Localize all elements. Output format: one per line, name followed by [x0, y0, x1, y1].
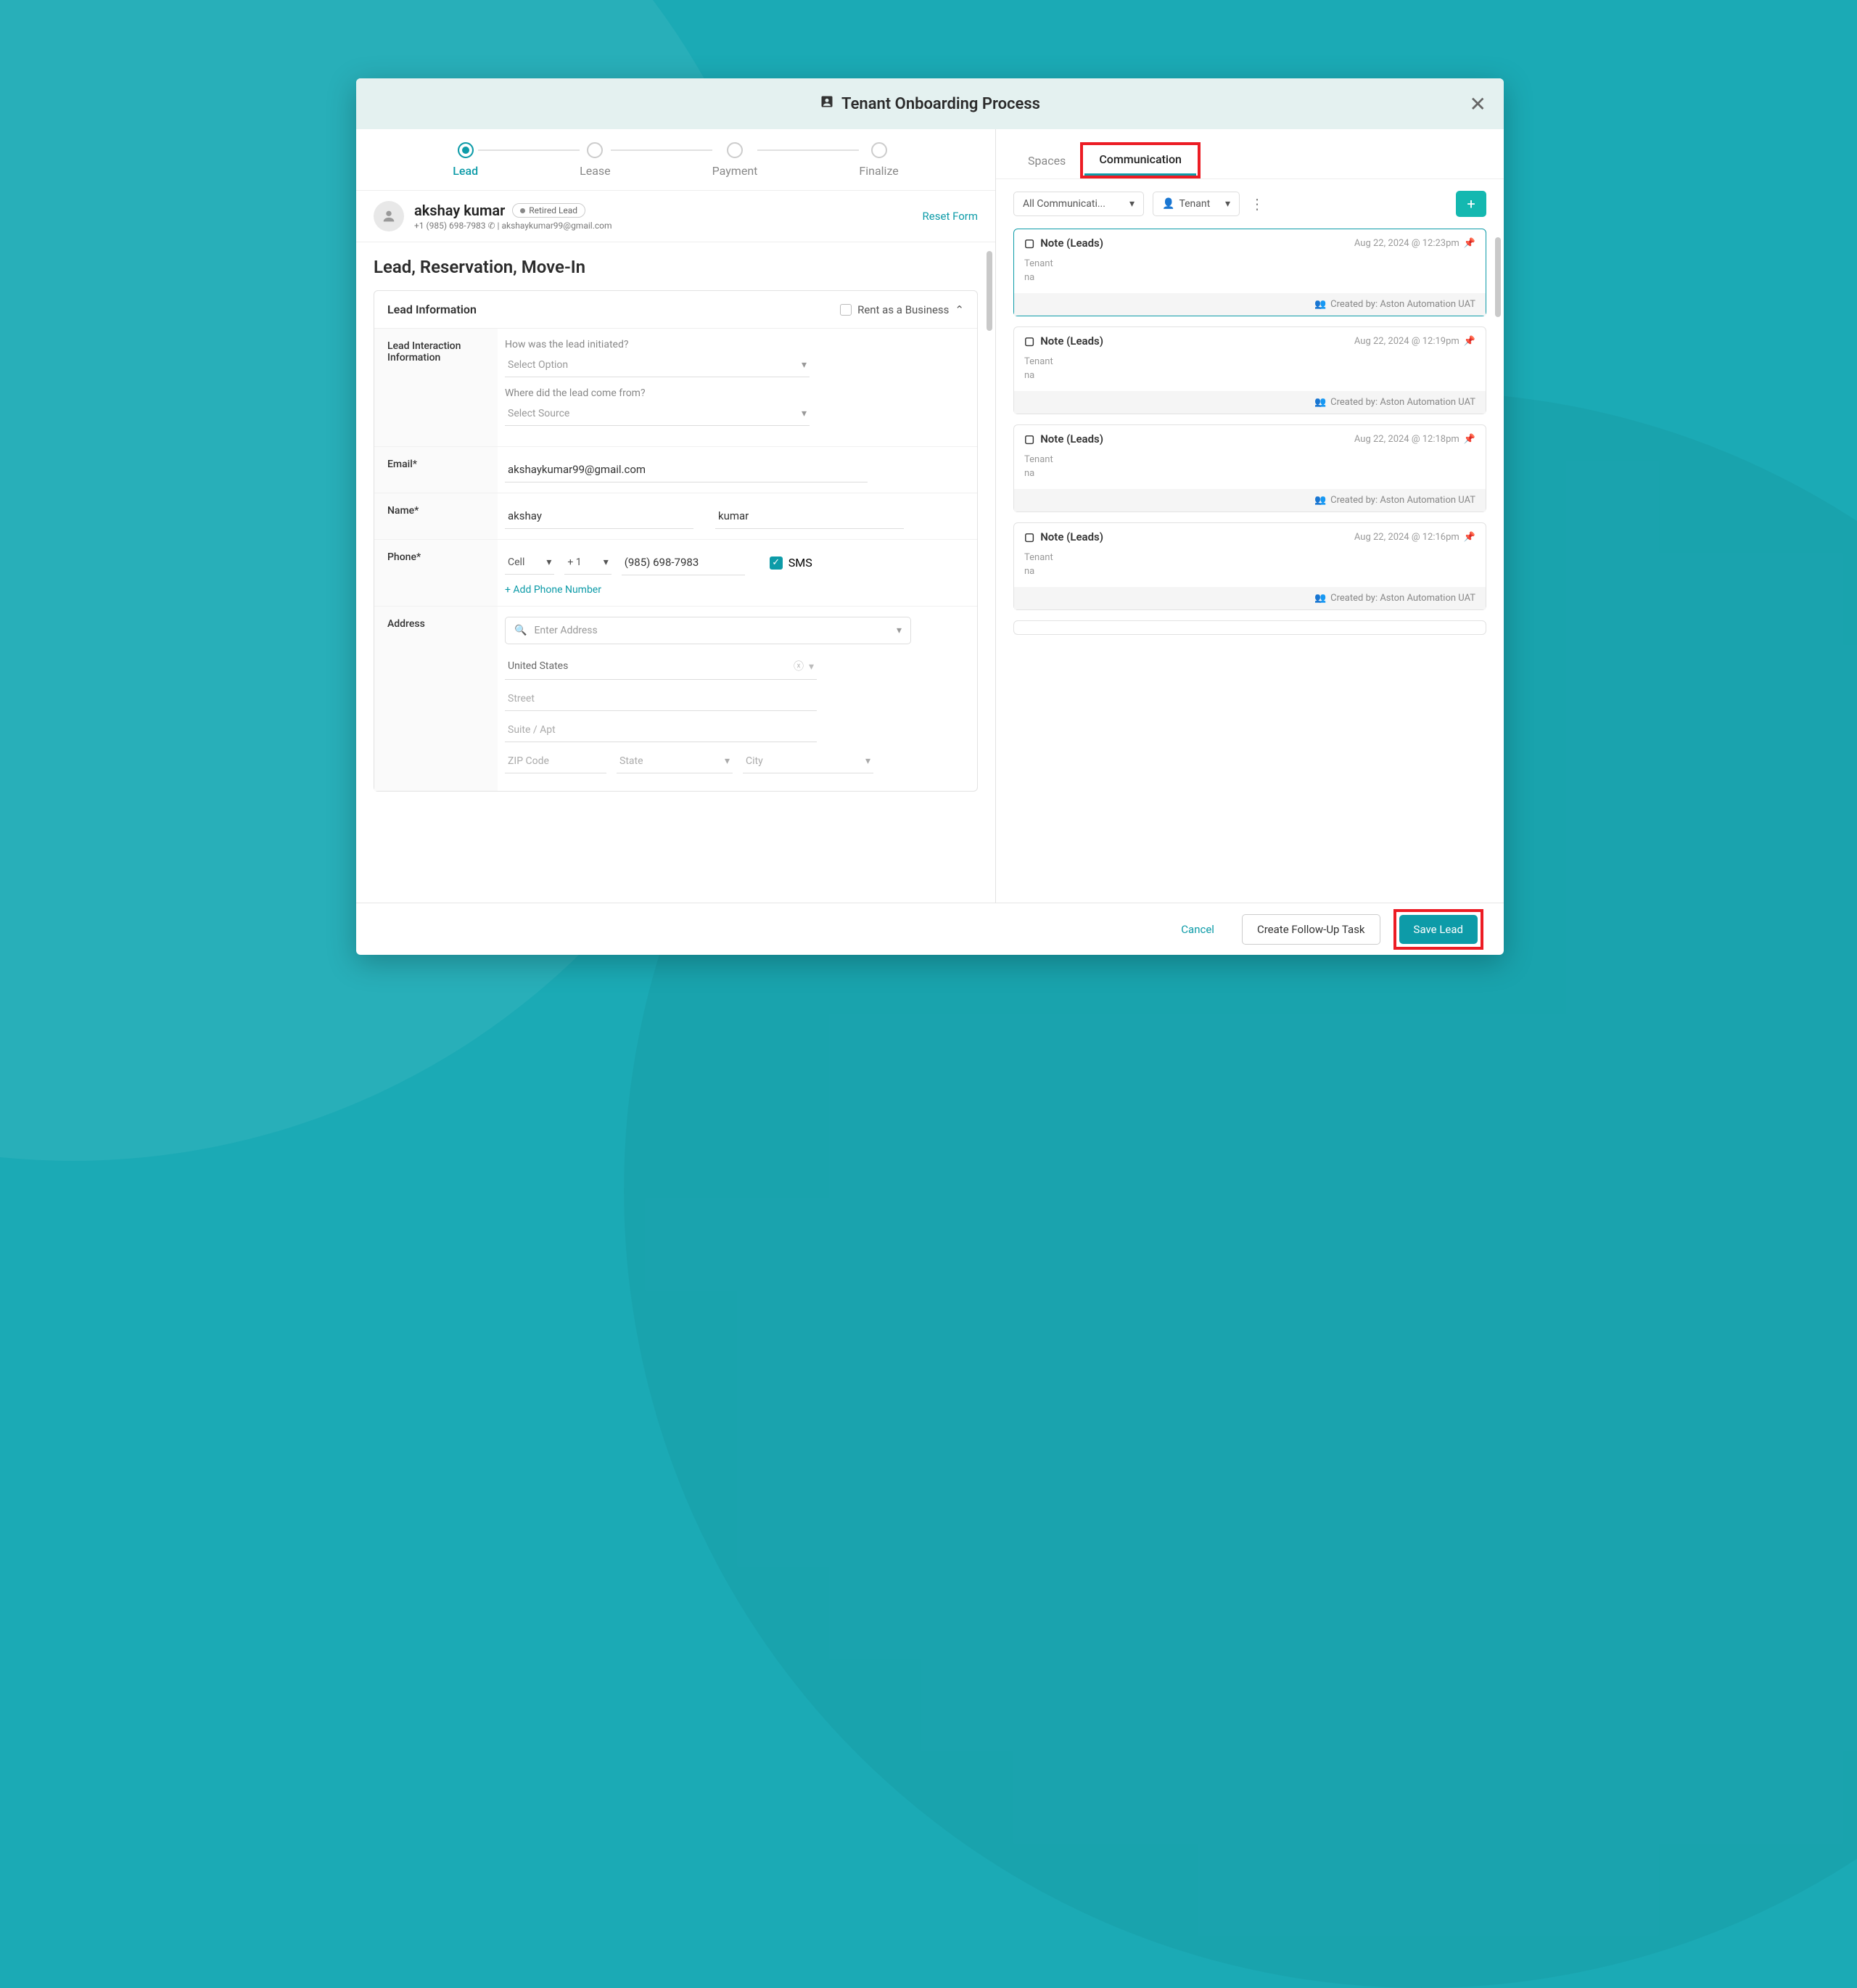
user-icon: 👥 [1314, 495, 1326, 506]
scrollbar[interactable] [1495, 237, 1502, 894]
note-icon: ▢ [1024, 530, 1034, 543]
scrollbar[interactable] [987, 251, 994, 894]
note-icon: ▢ [1024, 237, 1034, 250]
address-search[interactable]: 🔍Enter Address ▾ [505, 617, 911, 644]
person-header: akshay kumar Retired Lead +1 (985) 698-79… [356, 191, 995, 242]
user-icon: 👥 [1314, 593, 1326, 604]
phone-type-select[interactable]: Cell▾ [505, 551, 554, 575]
address-label: Address [374, 607, 498, 791]
section-title: Lead, Reservation, Move-In [374, 257, 978, 277]
person-name: akshay kumar [414, 202, 505, 219]
question-source: Where did the lead come from? [505, 387, 970, 399]
sms-checkbox[interactable]: ✓SMS [770, 556, 812, 570]
note-item[interactable] [1013, 620, 1486, 635]
cancel-button[interactable]: Cancel [1166, 915, 1229, 944]
name-label: Name* [374, 493, 498, 539]
state-select[interactable]: State▾ [617, 749, 733, 773]
tab-spaces[interactable]: Spaces [1013, 147, 1080, 175]
contact-icon [820, 94, 834, 113]
filter-tenant-select[interactable]: 👤Tenant▾ [1153, 192, 1240, 216]
chevron-down-icon: ▾ [802, 408, 807, 419]
notes-list: ▢Note (Leads)Aug 22, 2024 @ 12:23pm📌 Ten… [996, 229, 1504, 903]
pin-icon: 📌 [1464, 238, 1475, 249]
step-lead[interactable]: Lead [453, 142, 478, 178]
note-item[interactable]: ▢Note (Leads)Aug 22, 2024 @ 12:18pm📌 Ten… [1013, 424, 1486, 512]
city-select[interactable]: City▾ [743, 749, 873, 773]
reset-form-link[interactable]: Reset Form [923, 210, 978, 223]
lead-info-card: Lead Information Rent as a Business ⌃ Le… [374, 290, 978, 792]
user-icon: 👥 [1314, 397, 1326, 408]
filter-all-select[interactable]: All Communicati...▾ [1013, 192, 1144, 216]
chevron-down-icon: ▾ [897, 625, 902, 636]
chevron-down-icon: ▾ [604, 556, 609, 568]
zip-input[interactable]: ZIP Code [505, 749, 606, 773]
rent-business-checkbox[interactable]: Rent as a Business ⌃ [840, 303, 964, 316]
person-info: akshay kumar Retired Lead +1 (985) 698-79… [414, 202, 913, 231]
phone-label: Phone* [374, 540, 498, 606]
modal-footer: Cancel Create Follow-Up Task Save Lead [356, 903, 1504, 955]
street-input[interactable]: Street [505, 687, 817, 711]
modal: Tenant Onboarding Process ✕ Lead Lease P… [356, 78, 1504, 955]
more-button[interactable]: ⋮ [1248, 195, 1266, 213]
note-icon: ▢ [1024, 432, 1034, 445]
modal-body: Lead Lease Payment Finalize akshay kumar… [356, 129, 1504, 903]
phone-number-input[interactable] [622, 550, 745, 575]
select-initiated[interactable]: Select Option▾ [505, 353, 810, 377]
close-button[interactable]: ✕ [1470, 92, 1486, 116]
chevron-down-icon: ▾ [546, 556, 551, 568]
phone-cc-select[interactable]: + 1▾ [564, 551, 611, 575]
highlight-box: Communication [1080, 142, 1201, 178]
add-note-button[interactable]: + [1456, 191, 1486, 217]
last-name-input[interactable] [715, 504, 904, 529]
note-item[interactable]: ▢Note (Leads)Aug 22, 2024 @ 12:16pm📌 Ten… [1013, 522, 1486, 610]
followup-button[interactable]: Create Follow-Up Task [1242, 914, 1380, 945]
checkbox-icon [840, 304, 852, 316]
person-icon: 👤 [1162, 198, 1174, 210]
step-lease[interactable]: Lease [580, 142, 611, 178]
modal-title-text: Tenant Onboarding Process [841, 95, 1040, 113]
user-icon: 👥 [1314, 299, 1326, 310]
modal-title: Tenant Onboarding Process [820, 94, 1040, 113]
stepper: Lead Lease Payment Finalize [356, 129, 995, 191]
pin-icon: 📌 [1464, 336, 1475, 347]
step-finalize[interactable]: Finalize [859, 142, 898, 178]
chevron-up-icon: ⌃ [955, 303, 964, 316]
highlight-box: Save Lead [1393, 909, 1483, 950]
note-icon: ▢ [1024, 334, 1034, 348]
country-select[interactable]: United Statesⓧ ▾ [505, 653, 817, 680]
interaction-label: Lead Interaction Information [374, 329, 498, 446]
right-tabs: Spaces Communication [996, 129, 1504, 179]
first-name-input[interactable] [505, 504, 693, 529]
checkbox-checked-icon: ✓ [770, 556, 783, 570]
form-content: Lead, Reservation, Move-In Lead Informat… [356, 242, 995, 903]
chevron-down-icon: ▾ [1129, 198, 1135, 210]
left-pane: Lead Lease Payment Finalize akshay kumar… [356, 129, 996, 903]
modal-header: Tenant Onboarding Process ✕ [356, 78, 1504, 129]
right-pane: Spaces Communication All Communicati...▾… [996, 129, 1504, 903]
pin-icon: 📌 [1464, 434, 1475, 445]
note-item[interactable]: ▢Note (Leads)Aug 22, 2024 @ 12:23pm📌 Ten… [1013, 229, 1486, 316]
card-title: Lead Information [387, 303, 477, 316]
comm-toolbar: All Communicati...▾ 👤Tenant▾ ⋮ + [996, 179, 1504, 229]
tab-communication[interactable]: Communication [1084, 145, 1196, 176]
step-payment[interactable]: Payment [712, 142, 758, 178]
email-input[interactable] [505, 457, 868, 482]
suite-input[interactable]: Suite / Apt [505, 718, 817, 742]
search-icon: 🔍 [514, 625, 527, 636]
avatar [374, 201, 404, 231]
status-badge: Retired Lead [512, 203, 585, 218]
add-phone-link[interactable]: + Add Phone Number [505, 584, 970, 596]
select-source[interactable]: Select Source▾ [505, 402, 810, 426]
email-label: Email* [374, 447, 498, 493]
question-initiated: How was the lead initiated? [505, 339, 970, 350]
person-contact: +1 (985) 698-7983 ✆ | akshaykumar99@gmai… [414, 221, 913, 231]
chevron-down-icon: ▾ [802, 359, 807, 371]
save-lead-button[interactable]: Save Lead [1399, 915, 1478, 944]
pin-icon: 📌 [1464, 532, 1475, 543]
chevron-down-icon: ▾ [1225, 198, 1230, 210]
note-item[interactable]: ▢Note (Leads)Aug 22, 2024 @ 12:19pm📌 Ten… [1013, 326, 1486, 414]
